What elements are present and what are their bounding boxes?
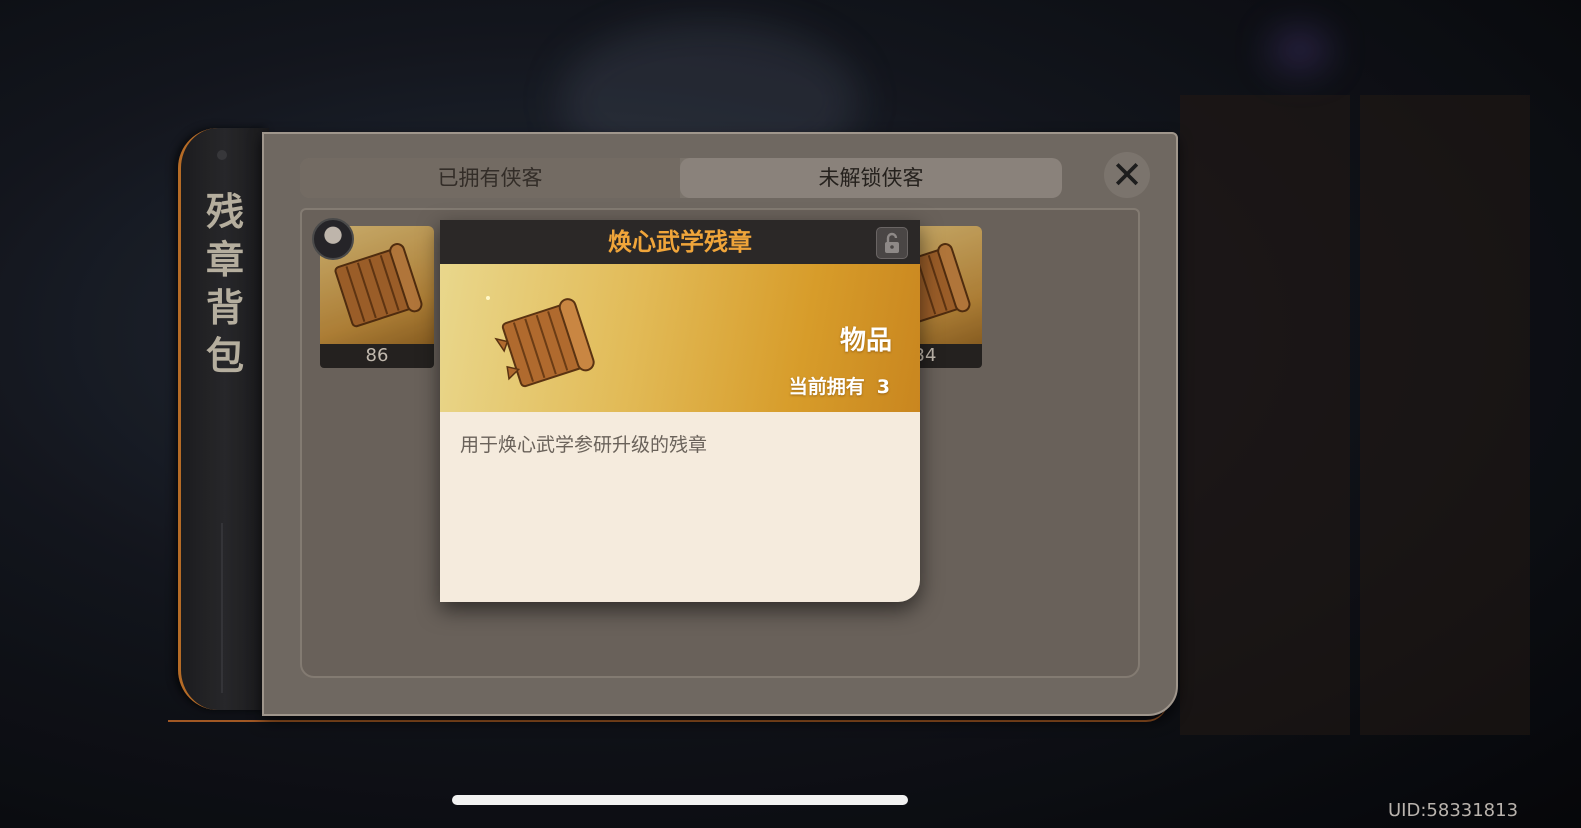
home-indicator[interactable]	[452, 795, 908, 805]
unlock-icon	[885, 232, 899, 253]
popup-banner: 物品 当前拥有 3	[440, 264, 920, 412]
owned-value: 3	[876, 376, 890, 398]
lock-button[interactable]	[876, 227, 908, 259]
popup-body: 用于焕心武学参研升级的残章	[440, 412, 920, 602]
user-id-label: UID:58331813	[1388, 800, 1519, 821]
owned-label: 当前拥有	[788, 376, 865, 398]
item-detail-popup: 焕心武学残章 物品 当前拥有 3 用于焕心武学参研升级的残章	[440, 220, 920, 602]
item-type-label: 物品	[839, 326, 892, 356]
owned-count-row: 当前拥有 3	[789, 372, 890, 399]
item-description: 用于焕心武学参研升级的残章	[460, 434, 708, 456]
scroll-icon	[486, 296, 595, 388]
popup-title: 焕心武学残章	[608, 227, 752, 256]
popup-header: 焕心武学残章	[440, 220, 920, 264]
